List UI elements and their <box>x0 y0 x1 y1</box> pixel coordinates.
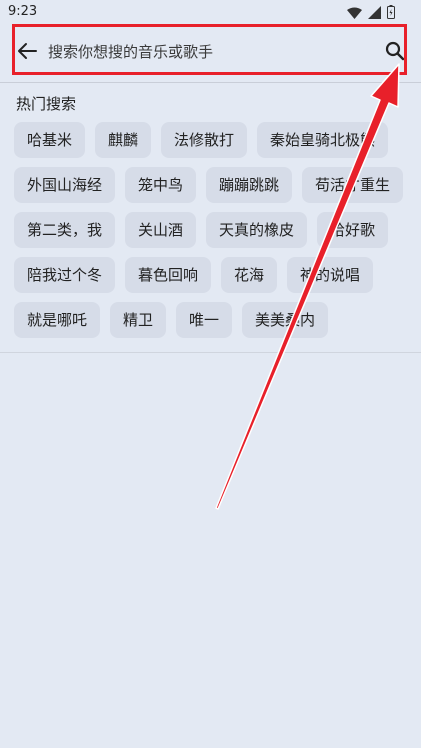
back-button[interactable] <box>16 42 38 64</box>
hot-search-chip[interactable]: 暮色回响 <box>125 257 212 293</box>
signal-icon <box>368 4 381 23</box>
hot-search-chip[interactable]: 唯一 <box>176 302 233 338</box>
search-input[interactable] <box>48 38 368 66</box>
wifi-icon <box>347 4 362 23</box>
status-time: 9:23 <box>8 4 38 19</box>
chip-row: 哈基米 麒麟 法修散打 秦始皇骑北极熊 <box>14 122 389 158</box>
battery-icon <box>387 4 395 23</box>
search-header <box>0 24 421 83</box>
chip-row: 第二类，我 关山酒 天真的橡皮 哈好歌 <box>14 212 389 248</box>
hot-search-chip[interactable]: 陪我过个冬 <box>14 257 116 293</box>
hot-search-section: 热门搜索 哈基米 麒麟 法修散打 秦始皇骑北极熊 外国山海经 笼中鸟 蹦蹦跳跳 … <box>0 83 421 353</box>
magnifier-icon <box>385 41 405 65</box>
hot-search-chip[interactable]: 天真的橡皮 <box>206 212 308 248</box>
hot-search-chip[interactable]: 哈好歌 <box>317 212 389 248</box>
arrow-left-icon <box>17 42 37 64</box>
hot-search-chip[interactable]: 麒麟 <box>95 122 152 158</box>
hot-search-chip[interactable]: 法修散打 <box>161 122 248 158</box>
hot-search-chip[interactable]: 花海 <box>221 257 278 293</box>
hot-search-chip[interactable]: 外国山海经 <box>14 167 116 203</box>
hot-search-chip[interactable]: 神的说唱 <box>287 257 374 293</box>
hot-search-chip[interactable]: 秦始皇骑北极熊 <box>257 122 389 158</box>
chip-row: 就是哪吒 精卫 唯一 美美桑内 <box>14 302 329 338</box>
hot-search-chip[interactable]: 就是哪吒 <box>14 302 101 338</box>
hot-search-chip[interactable]: 笼中鸟 <box>125 167 197 203</box>
hot-search-chip[interactable]: 蹦蹦跳跳 <box>206 167 293 203</box>
search-button[interactable] <box>383 41 407 65</box>
chip-row: 陪我过个冬 暮色回响 花海 神的说唱 <box>14 257 374 293</box>
hot-search-chip[interactable]: 精卫 <box>110 302 167 338</box>
hot-search-chip[interactable]: 第二类，我 <box>14 212 116 248</box>
hot-search-title: 热门搜索 <box>16 95 77 113</box>
status-icons <box>347 4 395 23</box>
chip-row: 外国山海经 笼中鸟 蹦蹦跳跳 苟活才重生 <box>14 167 404 203</box>
hot-search-chip[interactable]: 关山酒 <box>125 212 197 248</box>
status-bar: 9:23 <box>0 0 421 24</box>
hot-search-chip[interactable]: 苟活才重生 <box>302 167 404 203</box>
hot-search-chip[interactable]: 哈基米 <box>14 122 86 158</box>
hot-search-chip[interactable]: 美美桑内 <box>242 302 329 338</box>
